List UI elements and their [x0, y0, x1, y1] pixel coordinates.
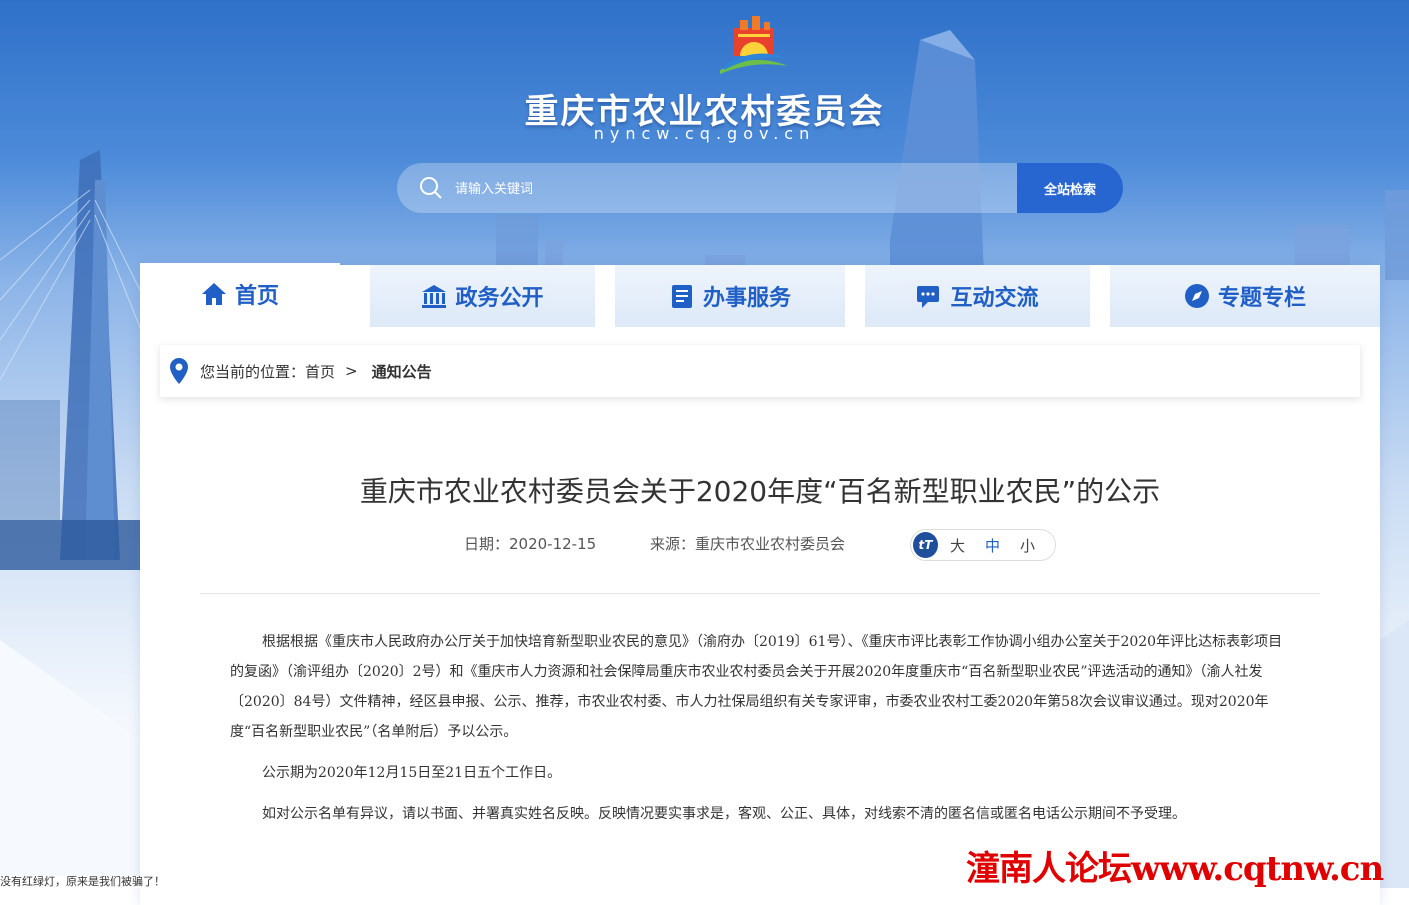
nav-item-government-affairs[interactable]: 政务公开: [370, 265, 595, 327]
forum-watermark: 潼南人论坛www.cqtnw.cn: [966, 849, 1384, 889]
font-size-large[interactable]: 大: [950, 535, 965, 556]
nav-separator: [340, 265, 370, 327]
nav-label: 互动交流: [950, 286, 1039, 311]
article-body: 根据根据《重庆市人民政府办公厅关于加快培育新型职业农民的意见》（渝府办〔2019…: [230, 627, 1290, 840]
site-domain: nyncw.cq.gov.cn: [593, 124, 816, 143]
font-size-medium[interactable]: 中: [985, 535, 1000, 556]
nav-item-special-topics[interactable]: 专题专栏: [1110, 265, 1380, 327]
font-size-switcher: tT 大 中 小: [910, 529, 1056, 561]
search-icon: [420, 177, 442, 199]
location-pin-icon: [170, 358, 188, 384]
breadcrumb: 您当前的位置： 首页 > 通知公告: [160, 345, 1360, 397]
breadcrumb-separator: >: [345, 362, 358, 380]
article-title: 重庆市农业农村委员会关于2020年度“百名新型职业农民”的公示: [359, 475, 1161, 508]
nav-label: 办事服务: [702, 286, 791, 311]
nav-label: 专题专栏: [1217, 286, 1306, 311]
nav-item-interaction[interactable]: 互动交流: [865, 265, 1090, 327]
breadcrumb-home-link[interactable]: 首页: [305, 361, 335, 382]
nav-label: 政务公开: [455, 286, 544, 311]
nav-item-home[interactable]: 首页: [140, 263, 340, 325]
breadcrumb-prefix: 您当前的位置：: [200, 362, 306, 381]
font-size-small[interactable]: 小: [1020, 535, 1035, 556]
search-bar: 全站检索: [397, 163, 1123, 213]
main-nav: 首页 政务公开 办事服务 互动交流 专题专栏: [140, 263, 1380, 327]
building-icon: [422, 285, 447, 308]
home-icon: [201, 283, 226, 305]
news-ticker[interactable]: 没有红绿灯，原来是我们被骗了！: [0, 876, 300, 888]
search-input[interactable]: [453, 163, 1007, 213]
logo-icon: [720, 16, 788, 74]
divider: [200, 593, 1320, 594]
chat-icon: [917, 286, 940, 308]
nav-label: 首页: [234, 284, 279, 309]
checklist-icon: [671, 285, 692, 308]
breadcrumb-current: 通知公告: [371, 362, 432, 381]
compass-icon: [1184, 284, 1209, 308]
article-date: 日期：2020-12-15: [464, 535, 597, 553]
nav-item-services[interactable]: 办事服务: [615, 265, 845, 327]
main-panel: 首页 政务公开 办事服务 互动交流 专题专栏 您当前的位置： 首页 > 通知公告…: [140, 263, 1380, 905]
article-paragraph: 如对公示名单有异议，请以书面、并署真实姓名反映。反映情况要实事求是，客观、公正、…: [262, 806, 1186, 822]
font-size-icon: tT: [913, 532, 938, 558]
article-paragraph: 根据根据《重庆市人民政府办公厅关于加快培育新型职业农民的意见》（渝府办〔2019…: [230, 634, 1283, 740]
article-source: 来源：重庆市农业农村委员会: [650, 535, 846, 553]
article-paragraph: 公示期为2020年12月15日至21日五个工作日。: [262, 765, 562, 781]
search-button[interactable]: 全站检索: [1017, 163, 1123, 213]
